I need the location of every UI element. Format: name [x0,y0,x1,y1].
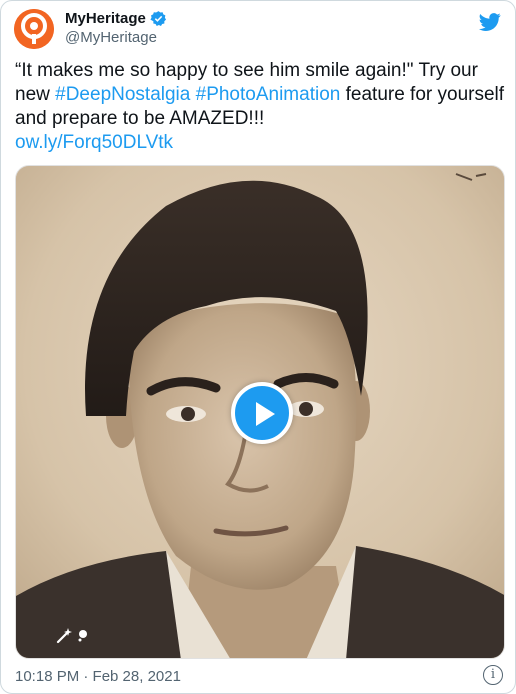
play-button[interactable] [231,382,293,444]
twitter-bird-icon[interactable] [479,11,501,33]
author-block[interactable]: MyHeritage @MyHeritage [65,10,167,46]
play-icon [256,402,275,426]
author-avatar[interactable] [14,9,54,49]
author-handle[interactable]: @MyHeritage [65,29,167,46]
hashtag-photoanimation[interactable]: #PhotoAnimation [196,84,341,105]
tweet-card[interactable]: MyHeritage @MyHeritage “It makes me so h… [0,0,516,694]
verified-badge-icon [150,11,166,26]
tweet-short-link[interactable]: ow.ly/Forq50DLVtk [15,132,173,153]
video-media[interactable] [15,165,505,659]
tweet-text: “It makes me so happy to see him smile a… [15,59,505,155]
magic-wand-icon [56,628,87,644]
info-icon[interactable]: i [483,665,503,685]
hashtag-deepnostalgia[interactable]: #DeepNostalgia [55,84,190,105]
myheritage-logo-icon [14,9,54,49]
tweet-timestamp[interactable]: 10:18 PM · Feb 28, 2021 [15,668,181,685]
author-name[interactable]: MyHeritage [65,10,146,27]
